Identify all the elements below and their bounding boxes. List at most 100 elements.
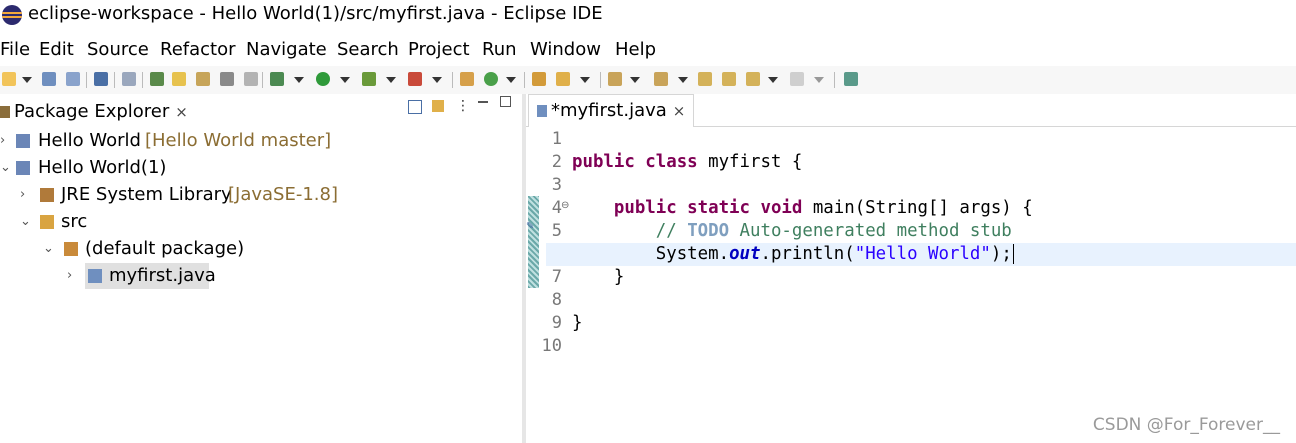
- menu-source[interactable]: Source: [87, 38, 149, 62]
- search-dropdown-icon[interactable]: [580, 77, 590, 83]
- new-dropdown-icon[interactable]: [22, 77, 32, 83]
- previous-edit-icon[interactable]: [654, 72, 668, 86]
- code-line-2[interactable]: public class myfirst {: [572, 151, 802, 174]
- line-number: 9: [551, 313, 562, 333]
- chevron-right-icon[interactable]: ›: [0, 128, 5, 154]
- toggle-mark-icon[interactable]: [196, 72, 210, 86]
- view-menu-icon[interactable]: ⋮: [456, 98, 470, 114]
- back-icon[interactable]: [746, 72, 760, 86]
- collapse-all-icon[interactable]: [408, 100, 422, 114]
- save-icon[interactable]: [42, 72, 56, 86]
- coverage-icon[interactable]: [362, 72, 376, 86]
- tree-item-label: src: [61, 211, 88, 232]
- text-caret: [1012, 244, 1014, 264]
- library-icon: [40, 188, 54, 202]
- menu-bar: File Edit Source Refactor Navigate Searc…: [0, 38, 1296, 62]
- new-class-dropdown-icon[interactable]: [506, 77, 516, 83]
- link-with-editor-icon[interactable]: [432, 100, 444, 112]
- code-line-7[interactable]: }: [572, 266, 624, 289]
- close-icon[interactable]: ×: [175, 103, 188, 121]
- line-number: 4: [551, 198, 562, 218]
- menu-refactor[interactable]: Refactor: [160, 38, 236, 62]
- toolbar-separator: [600, 72, 601, 88]
- menu-search[interactable]: Search: [337, 38, 399, 62]
- tree-item-hello-world-1[interactable]: ⌄ Hello World(1): [0, 155, 520, 181]
- close-icon[interactable]: ×: [673, 102, 686, 120]
- chevron-down-icon[interactable]: ⌄: [43, 236, 54, 262]
- next-edit-icon[interactable]: [608, 72, 622, 86]
- coverage-dropdown-icon[interactable]: [386, 77, 396, 83]
- maximize-icon[interactable]: [500, 96, 511, 107]
- minimize-icon[interactable]: [478, 101, 488, 103]
- tab-package-explorer[interactable]: Package Explorer ×: [0, 98, 188, 126]
- tree-item-label: Hello World: [38, 130, 141, 151]
- menu-help[interactable]: Help: [615, 38, 656, 62]
- forward-dropdown-icon[interactable]: [814, 77, 824, 83]
- toolbar-separator: [524, 72, 525, 88]
- tree-item-hello-world[interactable]: › Hello World [Hello World master]: [0, 128, 520, 154]
- annotation-ruler[interactable]: ✎: [526, 130, 539, 443]
- code-line-6[interactable]: System.out.println("Hello World");: [572, 243, 1014, 266]
- new-java-package-icon[interactable]: [460, 72, 474, 86]
- last-edit-location-icon[interactable]: [698, 72, 712, 86]
- menu-project[interactable]: Project: [408, 38, 470, 62]
- chevron-down-icon[interactable]: ⌄: [20, 209, 31, 235]
- new-java-class-icon[interactable]: [484, 72, 498, 86]
- run-dropdown-icon[interactable]: [340, 77, 350, 83]
- tree-item-decoration: [JavaSE-1.8]: [228, 184, 338, 205]
- code-line-4[interactable]: public static void main(String[] args) {: [572, 197, 1033, 220]
- external-tools-icon[interactable]: [408, 72, 422, 86]
- pin-editor-icon[interactable]: [722, 72, 736, 86]
- forward-icon[interactable]: [790, 72, 804, 86]
- open-type-icon[interactable]: [532, 72, 546, 86]
- save-all-icon[interactable]: [66, 72, 80, 86]
- menu-window[interactable]: Window: [530, 38, 601, 62]
- watermark: CSDN @For_Forever__: [1092, 415, 1280, 435]
- next-annotation-icon[interactable]: [150, 72, 164, 86]
- tab-myfirst-java[interactable]: *myfirst.java ×: [528, 94, 695, 127]
- run-icon[interactable]: [316, 72, 330, 86]
- task-marker-icon: ✎: [526, 221, 535, 232]
- back-dropdown-icon[interactable]: [768, 77, 778, 83]
- fold-toggle-icon[interactable]: ⊖: [561, 200, 569, 211]
- tree-item-default-package[interactable]: ⌄ (default package): [0, 236, 520, 262]
- highlight-occurrences-icon[interactable]: [172, 72, 186, 86]
- tree-item-myfirst-java[interactable]: › myfirst.java: [0, 263, 520, 289]
- debug-icon[interactable]: [270, 72, 284, 86]
- line-number: 2: [551, 152, 562, 172]
- chevron-right-icon[interactable]: ›: [20, 182, 25, 208]
- terminal-icon[interactable]: [94, 72, 108, 86]
- code-line-9[interactable]: }: [572, 312, 582, 335]
- menu-navigate[interactable]: Navigate: [246, 38, 327, 62]
- debug-dropdown-icon[interactable]: [294, 77, 304, 83]
- menu-edit[interactable]: Edit: [39, 38, 74, 62]
- source-folder-icon: [40, 215, 54, 229]
- external-tools-dropdown-icon[interactable]: [432, 77, 442, 83]
- package-explorer-icon: [0, 106, 10, 118]
- previous-edit-dropdown-icon[interactable]: [678, 77, 688, 83]
- editor-tab-label: *myfirst.java: [551, 100, 667, 121]
- chevron-right-icon[interactable]: ›: [67, 263, 72, 289]
- chevron-down-icon[interactable]: ⌄: [0, 155, 11, 181]
- block-selection-icon[interactable]: [220, 72, 234, 86]
- editor-area: *myfirst.java× ✎ ⊖ 1 2 3 4 5 6 7 8 9 10 …: [526, 94, 1296, 443]
- next-edit-dropdown-icon[interactable]: [630, 77, 640, 83]
- show-whitespace-icon[interactable]: [244, 72, 258, 86]
- tree-item-jre-library[interactable]: › JRE System Library [JavaSE-1.8]: [0, 182, 520, 208]
- tree-item-label: JRE System Library: [61, 184, 232, 205]
- toolbar-separator: [114, 72, 115, 88]
- open-perspective-icon[interactable]: [844, 72, 858, 86]
- title-bar: eclipse-workspace - Hello World(1)/src/m…: [0, 0, 1296, 30]
- toolbar-separator: [86, 72, 87, 88]
- skip-breakpoints-icon[interactable]: [122, 72, 136, 86]
- search-icon[interactable]: [556, 72, 570, 86]
- new-icon[interactable]: [2, 72, 16, 86]
- package-icon: [64, 242, 78, 256]
- tree-item-src[interactable]: ⌄ src: [0, 209, 520, 235]
- package-explorer-panel: Package Explorer × ⋮ › Hello World [Hello…: [0, 94, 522, 443]
- menu-file[interactable]: File: [0, 38, 30, 62]
- tree-item-label: myfirst.java: [109, 265, 216, 286]
- toolbar-separator: [262, 72, 263, 88]
- code-line-5[interactable]: // TODO Auto-generated method stub: [572, 220, 1012, 243]
- menu-run[interactable]: Run: [482, 38, 517, 62]
